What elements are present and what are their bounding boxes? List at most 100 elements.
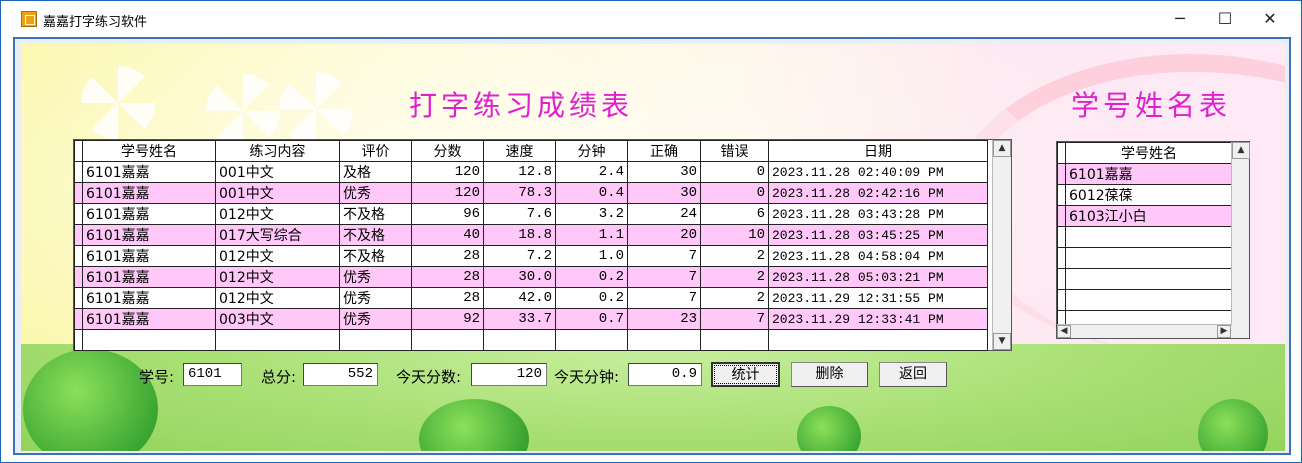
table-cell[interactable]: 92 — [411, 308, 484, 330]
table-cell[interactable]: 120 — [411, 161, 484, 183]
table-cell[interactable]: 优秀 — [339, 182, 412, 204]
table-cell-empty[interactable] — [1057, 289, 1066, 311]
table-row-empty[interactable] — [1057, 226, 1233, 248]
row-indicator[interactable] — [1057, 163, 1066, 185]
today-score-field[interactable]: 120 — [471, 363, 547, 386]
table-row[interactable]: 6101嘉嘉 012中文 不及格 96 7.6 3.2 24 6 2023.11.28 03:4… — [74, 203, 988, 225]
table-cell-empty[interactable] — [1065, 268, 1233, 290]
table-cell[interactable]: 及格 — [339, 161, 412, 183]
table-cell[interactable]: 优秀 — [339, 287, 412, 309]
table-cell-empty[interactable] — [339, 329, 412, 351]
table-cell[interactable]: 7 — [627, 245, 701, 267]
table-cell[interactable]: 6101嘉嘉 — [82, 308, 216, 330]
table-cell-empty[interactable] — [555, 329, 628, 351]
table-row[interactable]: 6101嘉嘉 012中文 优秀 28 30.0 0.2 7 2 2023.11.28 05:03… — [74, 266, 988, 288]
table-cell[interactable]: 不及格 — [339, 224, 412, 246]
table-row-empty[interactable] — [1057, 289, 1233, 311]
table-cell[interactable]: 2.4 — [555, 161, 628, 183]
table-row-empty[interactable] — [1057, 247, 1233, 269]
scroll-up-button[interactable]: ▲ — [993, 140, 1011, 157]
table-cell-empty[interactable] — [627, 329, 701, 351]
row-indicator[interactable] — [74, 161, 83, 183]
scroll-left-button[interactable]: ◀ — [1057, 325, 1071, 338]
scores-vertical-scrollbar[interactable]: ▲ ▼ — [992, 140, 1011, 350]
table-cell[interactable]: 012中文 — [215, 203, 340, 225]
table-cell[interactable]: 96 — [411, 203, 484, 225]
row-indicator[interactable] — [74, 203, 83, 225]
table-cell[interactable]: 001中文 — [215, 182, 340, 204]
table-cell-empty[interactable] — [1057, 247, 1066, 269]
back-button[interactable]: 返回 — [879, 362, 947, 387]
names-grid[interactable]: 学号姓名 6101嘉嘉 6012葆葆 6103江小白 ▲ ◀ ▶ — [1056, 141, 1250, 339]
table-cell[interactable]: 6101嘉嘉 — [82, 203, 216, 225]
table-cell[interactable]: 30.0 — [483, 266, 556, 288]
column-header[interactable]: 分数 — [411, 140, 484, 162]
table-cell[interactable]: 6012葆葆 — [1065, 184, 1233, 206]
table-row[interactable]: 6101嘉嘉 017大写综合 不及格 40 18.8 1.1 20 10 2023.11.28 … — [74, 224, 988, 246]
table-cell[interactable]: 0.2 — [555, 266, 628, 288]
scroll-down-button[interactable]: ▼ — [993, 333, 1011, 350]
table-cell[interactable]: 012中文 — [215, 287, 340, 309]
row-indicator[interactable] — [74, 245, 83, 267]
row-indicator[interactable] — [1057, 184, 1066, 206]
table-cell[interactable]: 28 — [411, 245, 484, 267]
table-cell[interactable]: 2023.11.29 12:31:55 PM — [768, 287, 988, 309]
table-cell[interactable]: 1.1 — [555, 224, 628, 246]
total-score-field[interactable]: 552 — [303, 363, 378, 386]
table-cell[interactable]: 001中文 — [215, 161, 340, 183]
close-button[interactable]: ✕ — [1247, 1, 1293, 37]
table-cell[interactable]: 优秀 — [339, 266, 412, 288]
table-cell[interactable]: 30 — [627, 161, 701, 183]
maximize-button[interactable]: ☐ — [1202, 1, 1248, 37]
table-cell[interactable]: 6101嘉嘉 — [1065, 163, 1233, 185]
table-cell-empty[interactable] — [1065, 226, 1233, 248]
table-cell[interactable]: 23 — [627, 308, 701, 330]
table-cell[interactable]: 7 — [700, 308, 769, 330]
table-cell-empty[interactable] — [74, 329, 83, 351]
table-cell[interactable]: 优秀 — [339, 308, 412, 330]
row-indicator[interactable] — [74, 287, 83, 309]
delete-button[interactable]: 删除 — [791, 362, 868, 387]
table-cell-empty[interactable] — [1065, 247, 1233, 269]
table-cell[interactable]: 10 — [700, 224, 769, 246]
table-cell[interactable]: 017大写综合 — [215, 224, 340, 246]
scores-grid[interactable]: 学号姓名 练习内容 评价 分数 速度 分钟 正确 错误 日期 6101嘉嘉 001… — [73, 139, 1012, 351]
student-id-field[interactable]: 6101 — [183, 363, 242, 386]
table-row[interactable]: 6012葆葆 — [1057, 184, 1233, 206]
table-cell[interactable]: 40 — [411, 224, 484, 246]
table-cell[interactable]: 18.8 — [483, 224, 556, 246]
table-cell[interactable]: 2023.11.28 02:40:09 PM — [768, 161, 988, 183]
table-cell[interactable]: 7 — [627, 266, 701, 288]
column-header[interactable]: 正确 — [627, 140, 701, 162]
table-row-empty[interactable] — [74, 329, 988, 351]
table-cell-empty[interactable] — [215, 329, 340, 351]
table-cell-empty[interactable] — [82, 329, 216, 351]
row-indicator[interactable] — [74, 224, 83, 246]
table-cell[interactable]: 0 — [700, 161, 769, 183]
row-indicator[interactable] — [74, 308, 83, 330]
table-cell[interactable]: 6 — [700, 203, 769, 225]
table-cell[interactable]: 7 — [627, 287, 701, 309]
table-cell-empty[interactable] — [1057, 268, 1066, 290]
table-cell[interactable]: 12.8 — [483, 161, 556, 183]
table-row[interactable]: 6103江小白 — [1057, 205, 1233, 227]
minimize-button[interactable]: ─ — [1157, 1, 1203, 37]
table-cell[interactable]: 6101嘉嘉 — [82, 245, 216, 267]
table-cell[interactable]: 6101嘉嘉 — [82, 266, 216, 288]
table-cell[interactable]: 2023.11.28 05:03:21 PM — [768, 266, 988, 288]
table-cell-empty[interactable] — [483, 329, 556, 351]
table-cell[interactable]: 120 — [411, 182, 484, 204]
table-row[interactable]: 6101嘉嘉 003中文 优秀 92 33.7 0.7 23 7 2023.11.29 12:3… — [74, 308, 988, 330]
table-cell[interactable]: 7.2 — [483, 245, 556, 267]
scroll-up-button[interactable]: ▲ — [1232, 142, 1250, 159]
table-cell[interactable]: 33.7 — [483, 308, 556, 330]
table-cell-empty[interactable] — [700, 329, 769, 351]
table-cell[interactable]: 2023.11.28 04:58:04 PM — [768, 245, 988, 267]
table-cell[interactable]: 0 — [700, 182, 769, 204]
table-cell[interactable]: 24 — [627, 203, 701, 225]
table-cell[interactable]: 2023.11.28 03:43:28 PM — [768, 203, 988, 225]
table-cell[interactable]: 20 — [627, 224, 701, 246]
column-header[interactable]: 分钟 — [555, 140, 628, 162]
table-cell[interactable]: 0.7 — [555, 308, 628, 330]
table-row[interactable]: 6101嘉嘉 012中文 不及格 28 7.2 1.0 7 2 2023.11.28 04:58… — [74, 245, 988, 267]
